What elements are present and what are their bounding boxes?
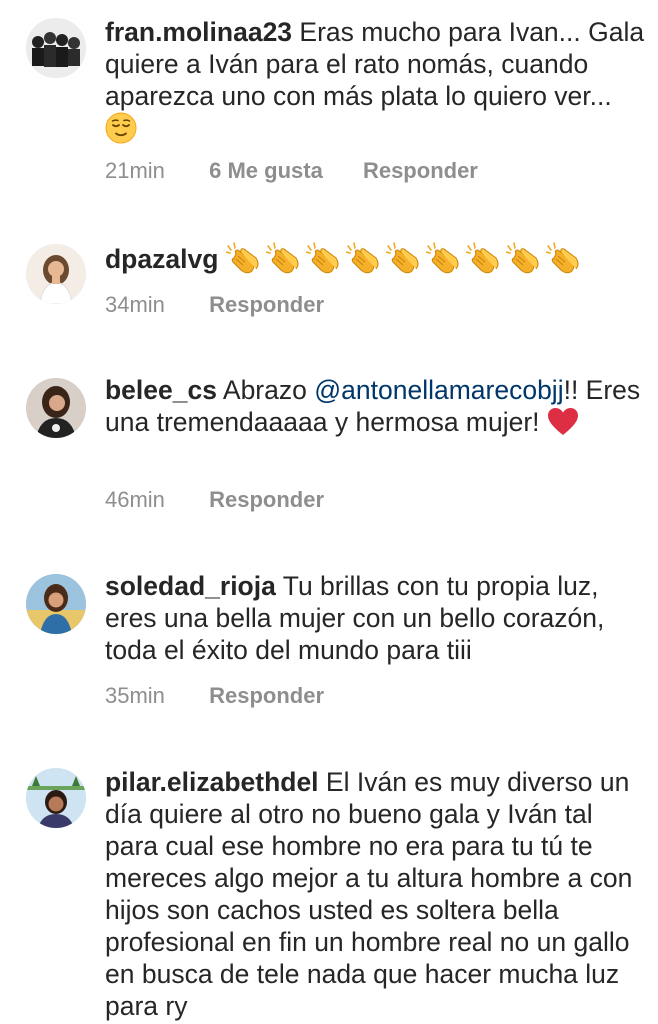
avatar[interactable] — [26, 378, 86, 438]
clapping-hands-icon — [305, 242, 339, 274]
comment-time: 46min — [105, 487, 165, 512]
comment-likes[interactable]: 6 Me gusta — [209, 158, 323, 184]
red-heart-icon — [547, 407, 579, 444]
comment-username[interactable]: pilar.elizabethdel — [105, 767, 319, 797]
comment-username[interactable]: belee_cs — [105, 375, 217, 405]
clapping-hands-icon — [225, 242, 259, 274]
comment-text: El Iván es muy diverso un día quiere al … — [105, 767, 633, 1021]
reply-button[interactable]: Responder — [363, 158, 478, 184]
avatar[interactable] — [26, 244, 86, 304]
comment-username[interactable]: dpazalvg — [105, 244, 218, 274]
clapping-hands-icon — [265, 242, 299, 274]
comment-time: 21min — [105, 158, 165, 183]
clapping-hands-icon — [465, 242, 499, 274]
avatar[interactable] — [26, 768, 86, 828]
avatar[interactable] — [26, 574, 86, 634]
comment-time: 34min — [105, 292, 165, 317]
comment-username[interactable]: soledad_rioja — [105, 571, 276, 601]
comment-username[interactable]: fran.molinaa23 — [105, 17, 292, 47]
reply-button[interactable]: Responder — [209, 487, 324, 513]
reply-button[interactable]: Responder — [209, 292, 324, 318]
reply-button[interactable]: Responder — [209, 683, 324, 709]
mention-link[interactable]: @antonellamarecobjj — [314, 375, 563, 405]
clapping-hands-icon — [385, 242, 419, 274]
comment-time: 35min — [105, 683, 165, 708]
comment-text-before: Abrazo — [222, 375, 307, 405]
clapping-hands-icons — [225, 242, 586, 274]
clapping-hands-icon — [505, 242, 539, 274]
clapping-hands-icon — [425, 242, 459, 274]
clapping-hands-icon — [545, 242, 579, 274]
relieved-face-icon — [105, 112, 137, 151]
avatar[interactable] — [26, 18, 86, 78]
clapping-hands-icon — [345, 242, 379, 274]
comments-list: fran.molinaa23 Eras mucho para Ivan... G… — [0, 0, 658, 1024]
